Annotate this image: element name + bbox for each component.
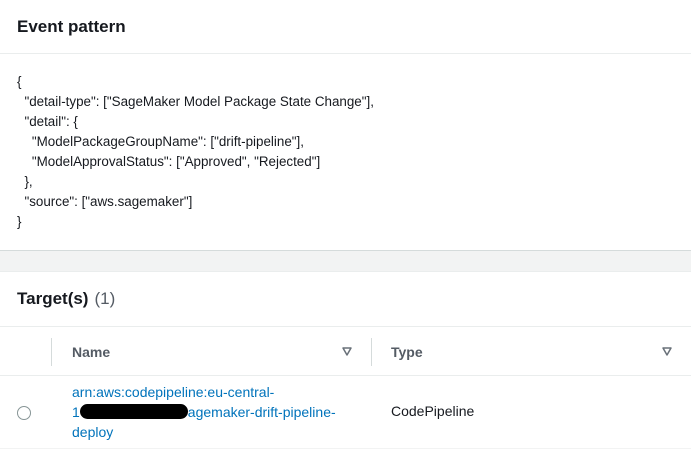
event-pattern-header: Event pattern xyxy=(0,0,691,54)
target-name-line2-suffix: agemaker-drift-pipeline- xyxy=(187,404,336,420)
column-header-type-label: Type xyxy=(391,343,423,360)
table-row[interactable]: arn:aws:codepipeline:eu-central- 1 agemak… xyxy=(0,376,691,449)
targets-title: Target(s) xyxy=(17,289,89,308)
column-header-type[interactable]: Type xyxy=(391,327,423,376)
target-type: CodePipeline xyxy=(391,403,475,419)
targets-table-header: Name Type xyxy=(0,327,691,376)
row-select-radio-icon[interactable] xyxy=(17,406,31,420)
column-divider xyxy=(51,338,52,366)
target-name-link[interactable]: arn:aws:codepipeline:eu-central- 1 agemak… xyxy=(72,382,372,442)
event-pattern-code: { "detail-type": ["SageMaker Model Packa… xyxy=(17,74,374,229)
targets-count: (1) xyxy=(94,289,116,308)
column-header-name-label: Name xyxy=(72,343,111,360)
target-name-line2-prefix: 1 xyxy=(72,404,80,420)
target-name-line3: deploy xyxy=(72,424,114,440)
event-pattern-panel: Event pattern { "detail-type": ["SageMak… xyxy=(0,0,691,251)
redaction-block xyxy=(79,404,188,419)
event-pattern-title: Event pattern xyxy=(17,16,126,36)
sort-caret-down-icon[interactable] xyxy=(661,345,673,357)
column-header-name[interactable]: Name xyxy=(72,327,110,376)
targets-header: Target(s) (1) xyxy=(0,272,691,327)
sort-caret-down-icon[interactable] xyxy=(341,345,353,357)
target-name-line1: arn:aws:codepipeline:eu-central- xyxy=(72,384,275,400)
targets-panel: Target(s) (1) Name Type arn:aws:codepipe… xyxy=(0,271,691,448)
column-divider xyxy=(371,338,372,366)
